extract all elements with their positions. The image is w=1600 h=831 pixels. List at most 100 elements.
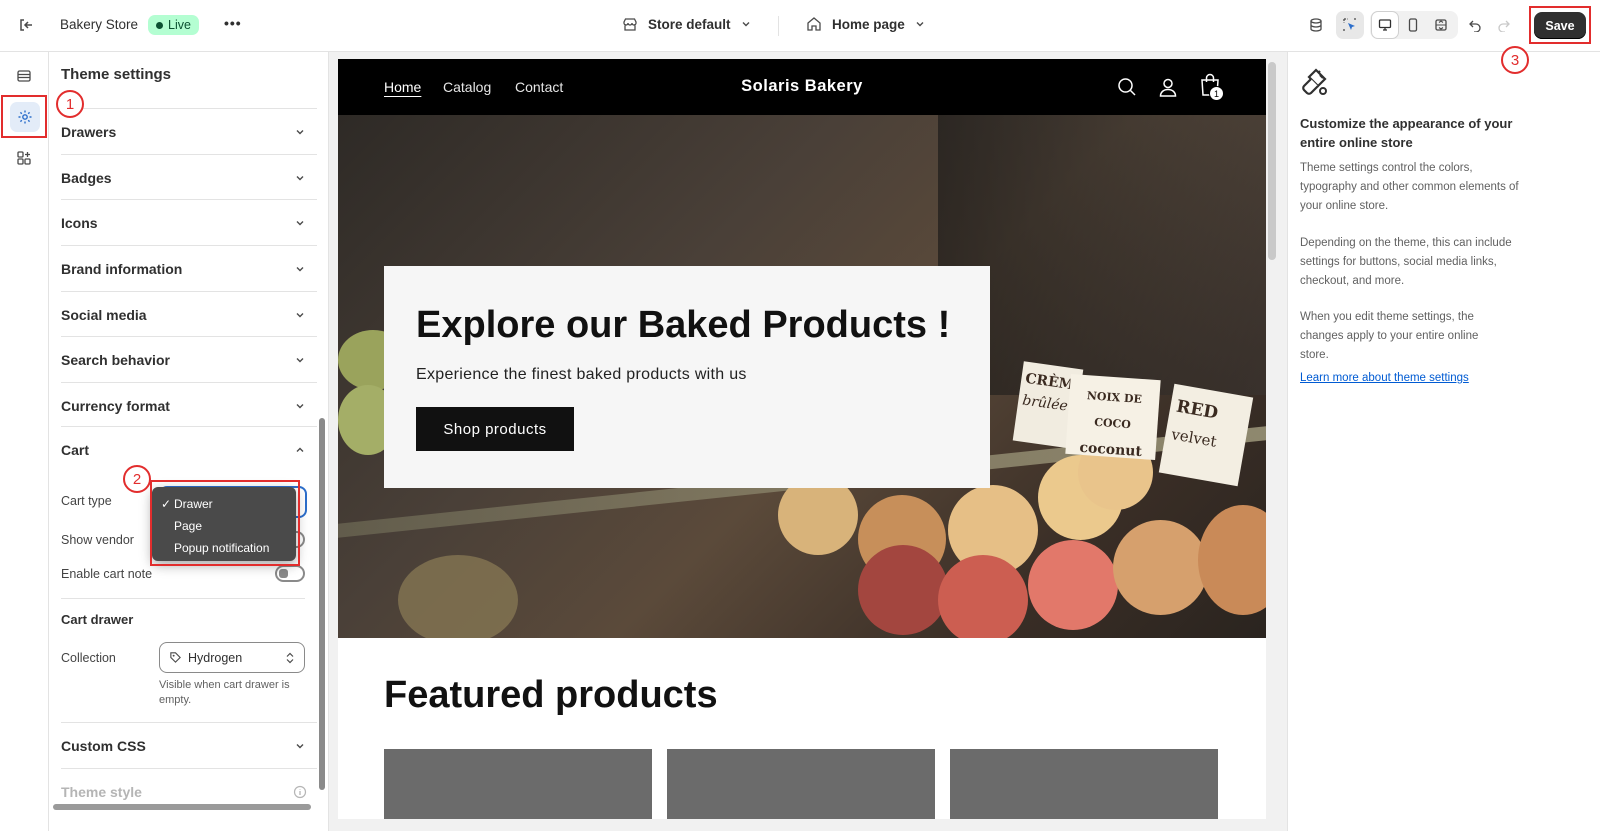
section-search-behavior[interactable]: Search behavior [61, 336, 317, 382]
section-drawers[interactable]: Drawers [61, 108, 317, 154]
section-badges[interactable]: Badges [61, 154, 317, 200]
live-dot-icon [156, 21, 163, 29]
section-icons[interactable]: Icons [61, 199, 317, 245]
fullscreen-icon[interactable] [1427, 11, 1455, 39]
cart-note-label: Enable cart note [61, 567, 153, 581]
cart-note-toggle[interactable] [275, 565, 305, 582]
step-marker-2: 2 [123, 465, 151, 493]
macaron [1198, 505, 1266, 615]
highlight-box-settings [1, 95, 47, 138]
chevron-down-icon [742, 22, 750, 27]
chevron-down-icon [296, 312, 304, 317]
apps-icon[interactable] [10, 144, 38, 172]
info-paragraph-1: Theme settings control the colors, typog… [1300, 162, 1519, 212]
more-actions-button[interactable]: ••• [224, 15, 242, 31]
macaron [938, 555, 1028, 638]
inspector-icon[interactable] [1336, 11, 1364, 39]
left-rail [0, 52, 49, 831]
panel-title: Theme settings [61, 66, 172, 83]
store-preview: Home Catalog Contact Solaris Bakery 1 CR… [338, 59, 1266, 819]
highlight-box-dropdown [150, 480, 300, 566]
section-brand-information[interactable]: Brand information [61, 245, 317, 291]
featured-title: Featured products [384, 674, 718, 716]
collection-label: Collection [61, 651, 116, 665]
search-icon[interactable] [1117, 77, 1137, 97]
tag-icon [170, 652, 181, 663]
hero-banner: CRÈME brûlée NOIX DE COCO coconut RED ve… [338, 115, 1266, 638]
product-card[interactable] [384, 749, 652, 819]
nav-home[interactable]: Home [384, 79, 421, 95]
cart-count-badge: 1 [1209, 86, 1224, 101]
info-heading: Customize the appearance of your entire … [1300, 116, 1513, 150]
page-selector[interactable]: Home page [806, 16, 925, 32]
section-title: Badges [61, 169, 112, 186]
chevron-down-icon [296, 220, 304, 225]
store-header: Home Catalog Contact Solaris Bakery 1 [338, 59, 1266, 115]
cart-type-label: Cart type [61, 494, 112, 508]
divider [61, 598, 305, 599]
nav-catalog[interactable]: Catalog [443, 79, 491, 95]
chevron-down-icon [296, 266, 304, 271]
store-selector[interactable]: Store default [622, 16, 751, 32]
section-social-media[interactable]: Social media [61, 291, 317, 337]
select-arrows-icon [286, 652, 294, 663]
account-icon[interactable] [1158, 77, 1178, 97]
live-badge: Live [148, 15, 199, 35]
chevron-down-icon [296, 129, 304, 134]
custom-css-section[interactable]: Custom CSS [61, 722, 317, 768]
info-icon [293, 785, 307, 798]
product-card[interactable] [950, 749, 1218, 819]
sections-icon[interactable] [10, 62, 38, 90]
hero-subtitle: Experience the finest baked products wit… [416, 366, 747, 383]
sign-noix-de-coco: NOIX DE COCO coconut [1065, 373, 1161, 460]
hero-title: Explore our Baked Products ! [416, 304, 951, 346]
step-marker-3: 3 [1501, 46, 1529, 74]
collection-picker[interactable]: Hydrogen [159, 642, 305, 673]
shop-products-button[interactable]: Shop products [416, 407, 574, 451]
section-title: Drawers [61, 123, 117, 140]
section-currency-format[interactable]: Currency format [61, 382, 317, 428]
store-selector-label: Store default [648, 16, 731, 32]
database-icon[interactable] [1302, 11, 1330, 39]
info-panel: Customize the appearance of your entire … [1287, 52, 1600, 831]
mobile-icon[interactable] [1399, 11, 1427, 39]
theme-style-title: Theme style [61, 783, 142, 800]
show-vendor-label: Show vendor [61, 533, 134, 547]
section-title: Icons [61, 214, 98, 231]
info-paragraph-3: When you edit theme settings, the change… [1300, 311, 1479, 361]
cart-drawer-heading: Cart drawer [61, 612, 134, 627]
vertical-scrollbar[interactable] [319, 418, 325, 790]
chevron-up-icon [296, 447, 304, 452]
collection-help-text: Visible when cart drawer is empty. [159, 679, 290, 706]
horizontal-scrollbar[interactable] [53, 804, 311, 810]
chevron-down-icon [296, 743, 304, 748]
section-title: Brand information [61, 260, 183, 277]
chevron-down-icon [296, 403, 304, 408]
info-paragraph-2: Depending on the theme, this can include… [1300, 237, 1512, 287]
desktop-icon[interactable] [1371, 11, 1399, 39]
step-marker-1: 1 [56, 90, 84, 118]
redo-icon[interactable] [1490, 11, 1518, 39]
page-selector-label: Home page [832, 16, 905, 32]
macaron [858, 545, 948, 635]
live-label: Live [168, 18, 191, 32]
preview-scrollbar[interactable] [1268, 62, 1276, 260]
macaron [398, 555, 518, 638]
top-bar: Bakery Store Live ••• Store default Home… [0, 0, 1600, 52]
sign-red-velvet: RED velvet [1158, 383, 1254, 487]
cart-section-header[interactable]: Cart [61, 426, 317, 472]
macaron [1028, 540, 1118, 630]
home-icon [807, 17, 821, 31]
store-name: Bakery Store [60, 17, 139, 32]
store-icon [623, 18, 637, 31]
chevron-down-icon [296, 357, 304, 362]
custom-css-title: Custom CSS [61, 737, 146, 754]
theme-settings-panel: Theme settings Drawers Badges Icons Brand i… [49, 52, 329, 831]
learn-more-link[interactable]: Learn more about theme settings [1300, 372, 1469, 384]
exit-icon[interactable] [12, 11, 40, 39]
nav-contact[interactable]: Contact [515, 79, 563, 95]
undo-icon[interactable] [1461, 11, 1489, 39]
product-card[interactable] [667, 749, 935, 819]
highlight-box-save [1529, 6, 1591, 44]
collection-value: Hydrogen [188, 650, 243, 665]
